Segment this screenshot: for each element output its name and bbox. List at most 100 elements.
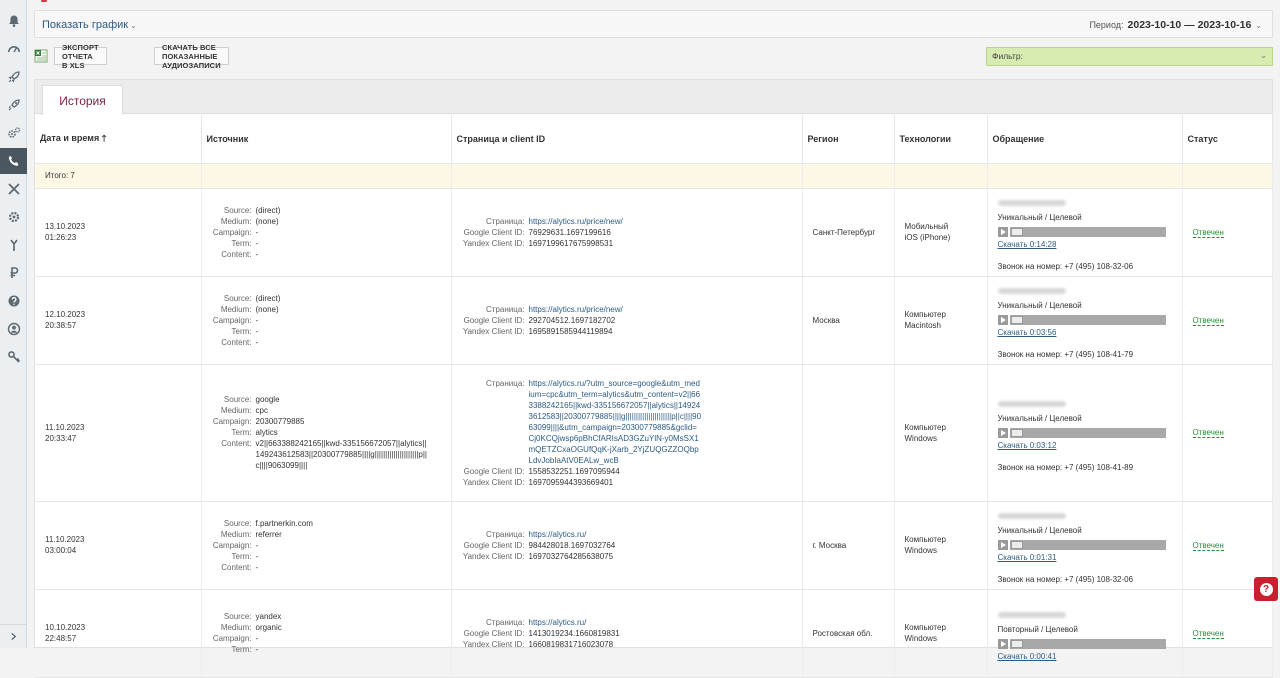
device-type: Компьютер <box>904 623 946 632</box>
source-value: (direct) <box>255 205 281 215</box>
rocket-icon[interactable] <box>0 64 27 90</box>
os-type: Windows <box>904 634 937 643</box>
table-row: 13.10.2023 01:26:23 Source: (direct) Mediu… <box>35 188 1273 277</box>
download-recording-link[interactable]: Скачать 0:00:41 <box>998 652 1057 661</box>
chevron-down-icon: ⌄ <box>1255 21 1262 30</box>
dashboard-gauge-icon[interactable] <box>0 36 27 62</box>
row-time: 20:33:47 <box>45 433 77 443</box>
audio-player[interactable] <box>997 427 1182 438</box>
tabs-strip: История <box>35 80 1272 115</box>
google-client-id: 76929631.1697199616 <box>528 227 611 237</box>
chevron-down-icon: ⌄ <box>1260 51 1267 60</box>
source-value: google <box>255 395 280 404</box>
sidebar <box>0 0 27 648</box>
audio-progress-track[interactable] <box>1009 427 1166 438</box>
expand-sidebar-chevron-icon[interactable] <box>0 624 27 648</box>
header-bar: Показать график ⌄ Период: 2023-10-10 — 202… <box>34 10 1273 38</box>
os-type: Windows <box>904 433 937 443</box>
status-badge[interactable]: Отвечен <box>1192 315 1224 326</box>
phone-calls-icon[interactable] <box>0 148 27 174</box>
row-date: 11.10.2023 <box>45 422 85 432</box>
excel-file-icon <box>34 49 48 63</box>
campaign-value: - <box>255 540 259 550</box>
visit-type: Повторный / Целевой <box>997 625 1078 634</box>
medium-value: (none) <box>255 216 279 226</box>
status-badge[interactable]: Отвечен <box>1192 227 1224 238</box>
tools-icon[interactable] <box>0 176 27 202</box>
play-icon[interactable] <box>997 315 1008 325</box>
content-value: v2||663388242165||kwd-335156672057||alyt… <box>255 439 428 470</box>
export-xls-button[interactable]: ЭКСПОРТ ОТЧЕТА В XLS <box>54 43 107 70</box>
audio-progress-track[interactable] <box>1009 540 1166 550</box>
play-icon[interactable] <box>997 227 1008 237</box>
row-region <box>802 364 895 502</box>
period-selector[interactable]: Период: 2023-10-10 — 2023-10-16 ⌄ <box>1089 19 1262 31</box>
blurred-phone-number <box>997 400 1066 407</box>
ruble-billing-icon[interactable] <box>0 260 27 286</box>
table-row: 12.10.2023 20:38:57 Source: (direct) Mediu… <box>35 276 1273 365</box>
gear-icon[interactable] <box>0 204 27 230</box>
blurred-phone-number <box>997 200 1066 206</box>
download-recording-link[interactable]: Скачать 0:03:12 <box>998 441 1057 450</box>
medium-value: (none) <box>255 304 279 314</box>
user-profile-icon[interactable] <box>0 316 27 342</box>
row-region: г. Москва <box>802 501 895 590</box>
page-details: Страница: https://alytics.ru/price/new/ G… <box>462 216 802 249</box>
audio-progress-track[interactable] <box>1009 227 1166 237</box>
integrations-icon[interactable] <box>0 232 27 258</box>
page-link[interactable]: https://alytics.ru/?utm_source=google&ut… <box>529 378 702 466</box>
gears-settings-icon[interactable] <box>0 120 27 146</box>
download-audio-button[interactable]: СКАЧАТЬ ВСЕ ПОКАЗАННЫЕ АУДИОЗАПИСИ <box>154 43 229 70</box>
audio-player[interactable] <box>997 540 1182 550</box>
status-badge[interactable]: Отвечен <box>1192 540 1224 551</box>
page-link[interactable]: https://alytics.ru/price/new/ <box>529 304 802 315</box>
visit-type: Уникальный / Целевой <box>997 301 1082 310</box>
download-recording-link[interactable]: Скачать 0:03:56 <box>998 328 1057 337</box>
page-link[interactable]: https://alytics.ru/ <box>529 529 802 540</box>
page-link[interactable]: https://alytics.ru/ <box>529 617 802 628</box>
page-link[interactable]: https://alytics.ru/price/new/ <box>529 216 802 227</box>
term-value: - <box>255 238 259 248</box>
audio-player[interactable] <box>997 227 1182 237</box>
row-region: Москва <box>802 276 895 365</box>
visit-type: Уникальный / Целевой <box>997 213 1082 222</box>
audio-progress-track[interactable] <box>1009 315 1166 325</box>
source-value: (direct) <box>255 293 281 303</box>
filter-select[interactable]: Фильтр: ⌄ <box>986 47 1273 66</box>
status-badge[interactable]: Отвечен <box>1192 428 1224 438</box>
tab-history[interactable]: История <box>42 85 123 115</box>
key-icon[interactable] <box>0 344 27 370</box>
col-header-datetime[interactable]: Дата и время 🡑 <box>35 115 202 164</box>
status-badge[interactable]: Отвечен <box>1192 628 1224 639</box>
content-value: - <box>255 249 259 259</box>
play-icon[interactable] <box>997 540 1008 550</box>
device-type: Компьютер <box>904 310 946 319</box>
yandex-client-id: 1697032764285638075 <box>528 551 614 561</box>
row-region: Санкт-Петербург <box>802 188 895 277</box>
called-number: Звонок на номер: +7 (495) 108-41-89 <box>997 462 1134 472</box>
visit-type: Уникальный / Целевой <box>997 413 1082 423</box>
google-client-id: 984428018.1697032764 <box>528 540 616 550</box>
google-client-id: 1413019234.1660819831 <box>528 628 620 638</box>
notifications-bell-icon[interactable] <box>0 8 27 34</box>
os-type: Macintosh <box>904 321 941 330</box>
col-header-tech: Технологии <box>894 115 988 164</box>
source-details: Source: yandex Medium: organic Campaign: - … <box>212 611 451 655</box>
help-question-icon[interactable] <box>0 288 27 314</box>
content-value: - <box>255 337 259 347</box>
yandex-client-id: 1697199617675998531 <box>528 238 614 248</box>
period-value: 2023-10-10 — 2023-10-16 <box>1127 19 1252 31</box>
show-graph-toggle[interactable]: Показать график ⌄ <box>42 19 137 31</box>
table-row: 10.10.2023 22:48:57 Source: yandex Medium:… <box>35 589 1273 678</box>
row-date: 12.10.2023 <box>45 310 86 319</box>
download-recording-link[interactable]: Скачать 0:14:28 <box>998 240 1057 249</box>
play-icon[interactable] <box>997 427 1008 438</box>
audio-player[interactable] <box>997 315 1182 325</box>
download-recording-link[interactable]: Скачать 0:01:31 <box>998 553 1057 562</box>
device-type: Компьютер <box>904 422 946 432</box>
term-value: - <box>255 645 259 654</box>
chevron-down-icon: ⌄ <box>130 21 137 30</box>
help-chat-button[interactable]: ? <box>1254 577 1278 601</box>
rocket-launch-icon[interactable] <box>0 92 27 118</box>
col-header-page: Страница и client ID <box>451 115 803 164</box>
